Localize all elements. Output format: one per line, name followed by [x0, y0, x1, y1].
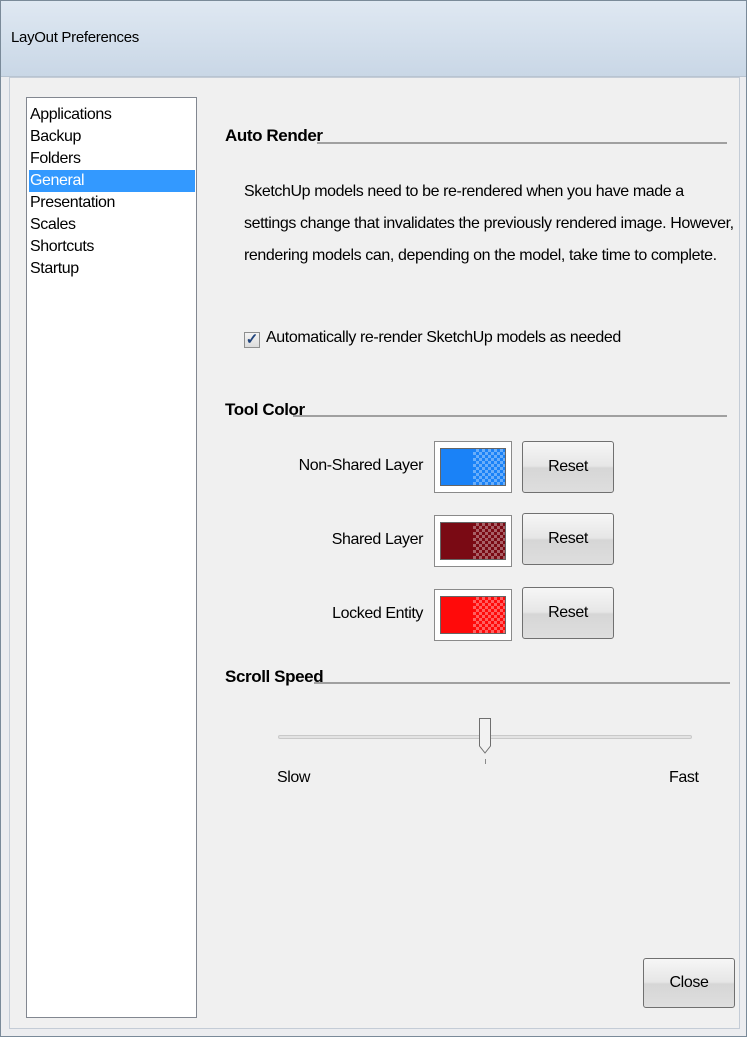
color-transparent-preview [473, 597, 505, 633]
preferences-window: LayOut Preferences Applications Backup F… [0, 0, 747, 1037]
color-transparent-preview [473, 449, 505, 485]
auto-render-description: SketchUp models need to be re-rendered w… [244, 183, 734, 264]
locked-entity-color-swatch[interactable] [434, 589, 512, 641]
category-shortcuts[interactable]: Shortcuts [29, 236, 195, 258]
shared-layer-color-swatch[interactable] [434, 515, 512, 567]
slider-tick [485, 759, 486, 764]
checkmark-icon: ✓ [245, 331, 259, 348]
scroll-speed-heading: Scroll Speed [225, 667, 324, 686]
shared-layer-reset-button[interactable]: Reset [522, 513, 614, 565]
tool-color-heading: Tool Color [225, 400, 305, 419]
close-button[interactable]: Close [643, 958, 735, 1008]
non-shared-layer-label: Non-Shared Layer [298, 457, 424, 474]
color-solid [441, 449, 473, 485]
locked-entity-label: Locked Entity [332, 605, 423, 622]
auto-render-heading: Auto Render [225, 126, 323, 145]
category-backup[interactable]: Backup [29, 126, 195, 148]
color-preview [440, 522, 506, 560]
scroll-speed-divider [314, 682, 730, 684]
auto-rerender-label[interactable]: Automatically re-render SketchUp models … [266, 329, 621, 347]
category-folders[interactable]: Folders [29, 148, 195, 170]
window-title: LayOut Preferences [11, 29, 140, 46]
non-shared-layer-color-swatch[interactable] [434, 441, 512, 493]
auto-render-divider [317, 142, 727, 144]
category-presentation[interactable]: Presentation [29, 192, 195, 214]
category-applications[interactable]: Applications [29, 104, 195, 126]
non-shared-layer-reset-button[interactable]: Reset [522, 441, 614, 493]
slider-thumb[interactable] [479, 718, 491, 754]
tool-color-divider [293, 415, 727, 417]
category-general[interactable]: General [29, 170, 195, 192]
slow-label: Slow [277, 769, 311, 786]
title-bar[interactable]: LayOut Preferences [1, 1, 746, 77]
color-solid [441, 597, 473, 633]
color-transparent-preview [473, 523, 505, 559]
fast-label: Fast [669, 769, 699, 786]
locked-entity-reset-button[interactable]: Reset [522, 587, 614, 639]
shared-layer-label: Shared Layer [331, 531, 424, 548]
category-startup[interactable]: Startup [29, 258, 195, 280]
color-solid [441, 523, 473, 559]
color-preview [440, 596, 506, 634]
category-scales[interactable]: Scales [29, 214, 195, 236]
color-preview [440, 448, 506, 486]
auto-rerender-checkbox[interactable]: ✓ [244, 332, 260, 348]
category-list[interactable]: Applications Backup Folders General Pres… [26, 97, 197, 1018]
